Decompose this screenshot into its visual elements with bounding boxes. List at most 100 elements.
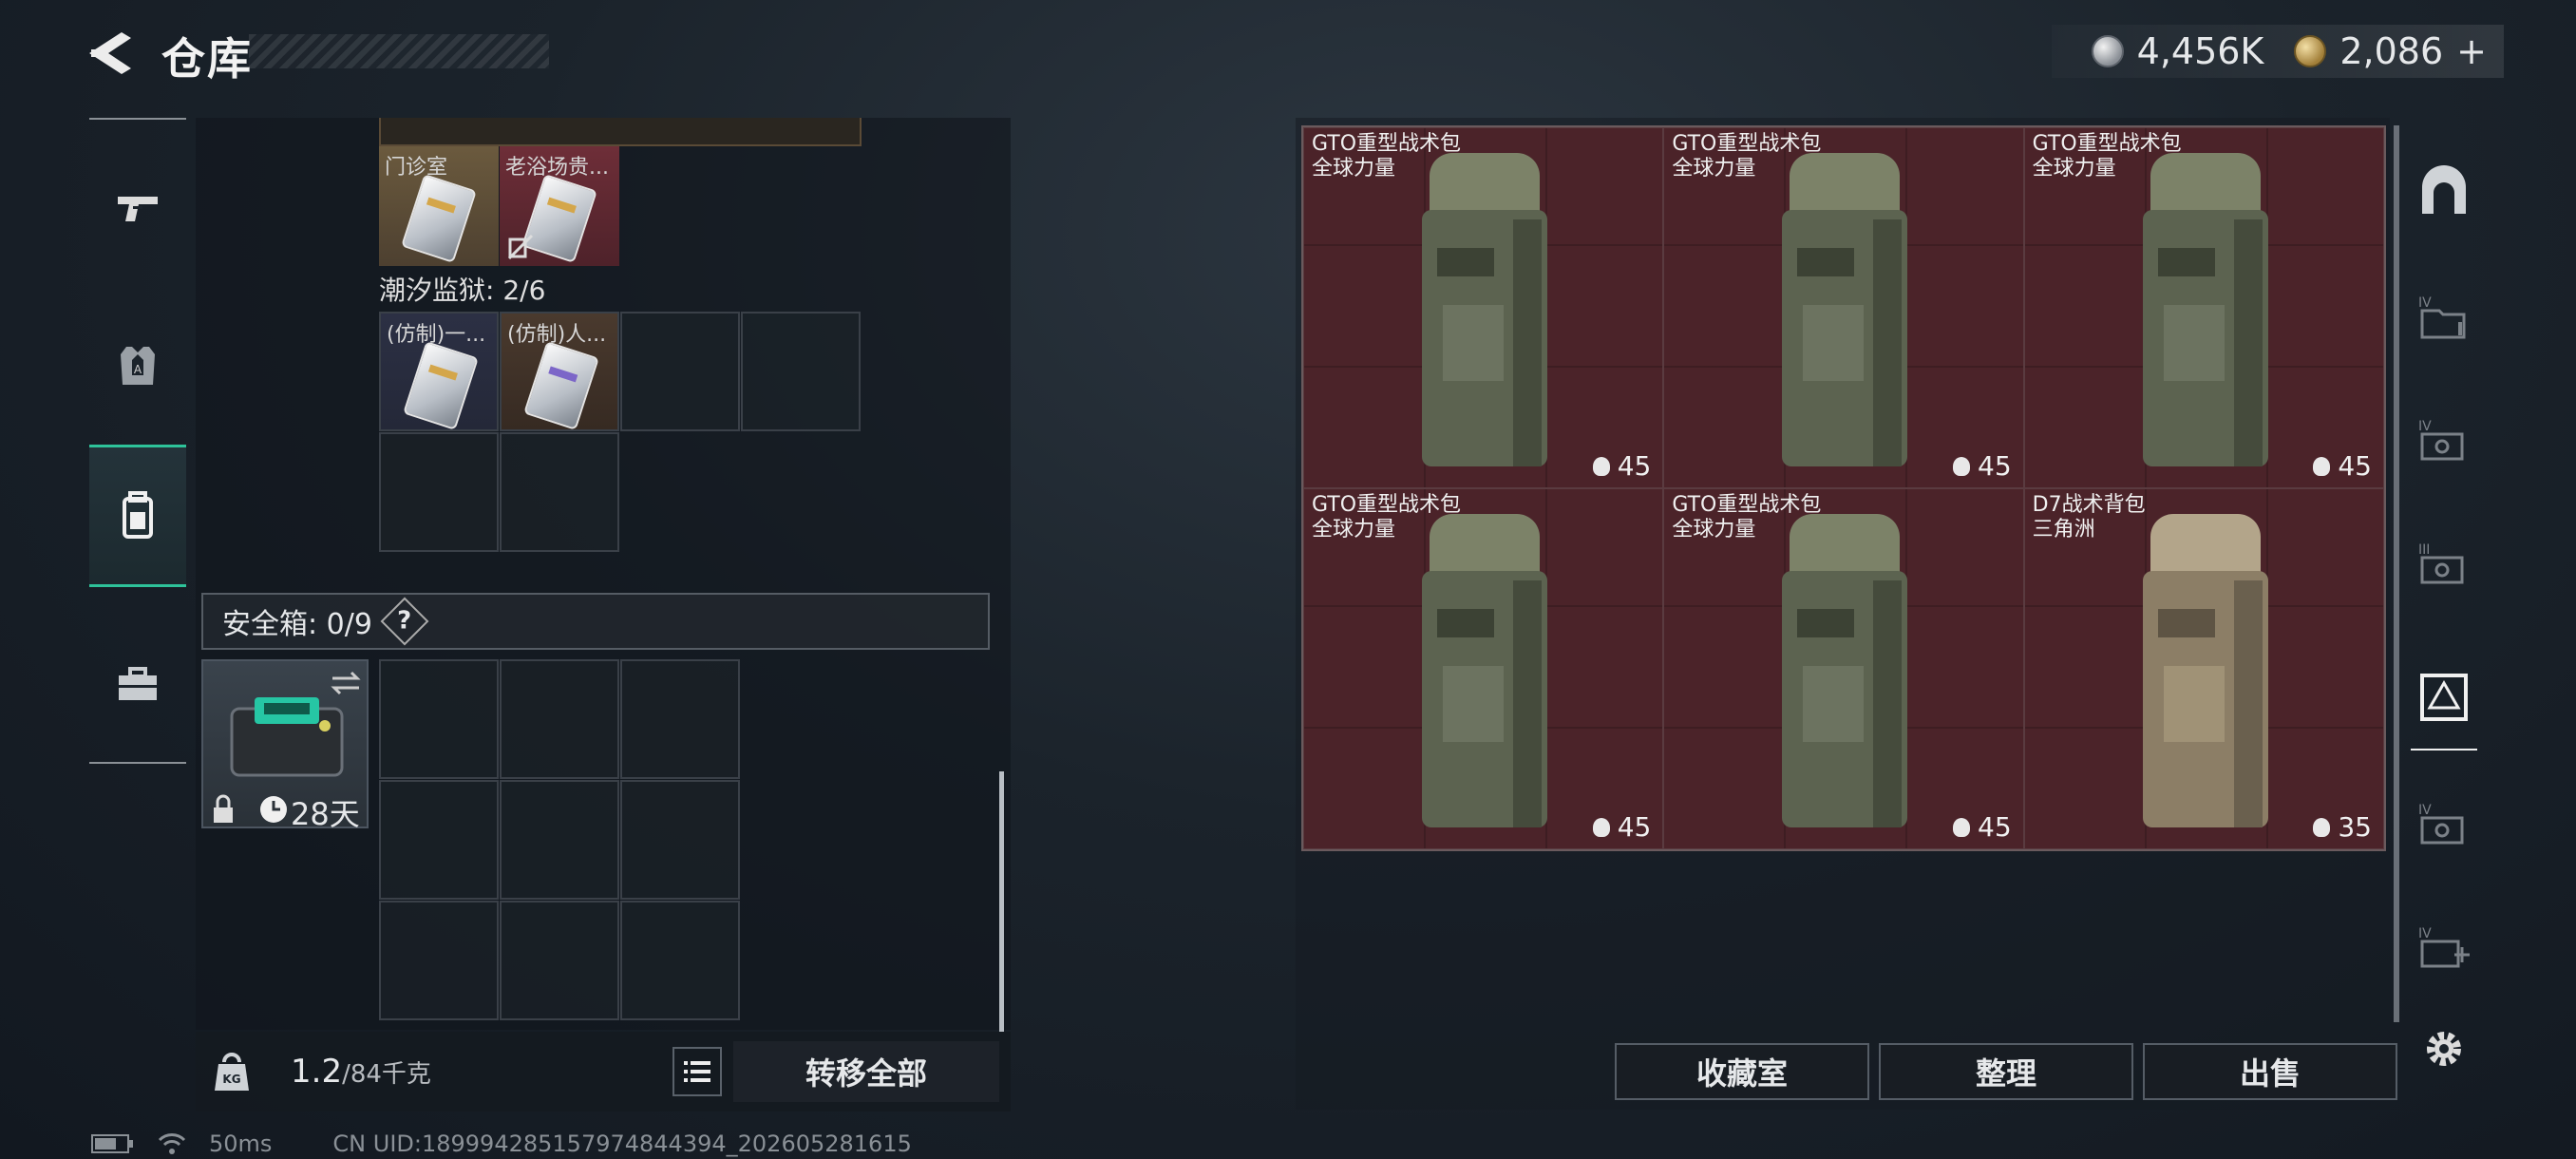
nav-weapons[interactable] [89, 156, 186, 260]
gold-coin-icon [2294, 35, 2327, 67]
list-view-button[interactable] [672, 1047, 722, 1096]
keycard-icon [523, 340, 599, 429]
safe-slot[interactable] [500, 901, 619, 1020]
card-iv-add-icon: IV [2418, 926, 2470, 968]
item-count: 45 [2338, 450, 2372, 482]
stash-item-1[interactable]: GTO重型战术包 全球力量 45 [1303, 127, 1664, 488]
sell-button[interactable]: 出售 [2143, 1043, 2397, 1100]
safe-slot[interactable] [500, 659, 619, 779]
item-count: 45 [1978, 811, 2012, 843]
rail-tab-vault[interactable] [2413, 144, 2475, 239]
safe-help-button[interactable]: ? [380, 597, 429, 646]
back-button[interactable] [84, 27, 141, 80]
item-faction: 全球力量 [1672, 157, 1756, 180]
svg-text:IV: IV [2418, 926, 2432, 941]
max-weight: /84千克 [342, 1060, 431, 1089]
armor-vest-icon: A [121, 347, 155, 385]
backpack-image [1782, 514, 1908, 827]
safe-slot[interactable] [620, 901, 740, 1020]
backpack-icon [123, 491, 153, 539]
nav-backpack[interactable] [89, 445, 186, 587]
player-icon [1592, 817, 1610, 837]
item-card-replica-1[interactable]: (仿制)一... [379, 312, 499, 431]
item-card-replica-2[interactable]: (仿制)人... [500, 312, 619, 431]
back-arrow-icon [89, 32, 131, 74]
safe-slot[interactable] [620, 780, 740, 900]
currency-bar: 4,456K 2,086 + [2052, 25, 2504, 78]
rail-tab-safe-box[interactable] [2411, 650, 2477, 750]
safe-slot[interactable] [379, 659, 499, 779]
item-label: (仿制)一... [387, 323, 486, 347]
empty-slot[interactable] [741, 312, 861, 431]
empty-slot[interactable] [500, 432, 619, 552]
prison-section-label: 潮汐监狱: 2/6 [379, 275, 546, 306]
storage-tab-rail: IV IV III IV IV [2403, 118, 2485, 1110]
settings-button[interactable] [2413, 1001, 2475, 1096]
rail-tab-add[interactable]: IV [2413, 901, 2475, 996]
uid-text: CN UID:1899942851579748443​94_2026052816… [332, 1130, 912, 1157]
safe-slot[interactable] [379, 901, 499, 1020]
category-nav: A [89, 118, 186, 764]
item-count: 45 [1617, 450, 1652, 482]
empty-slot[interactable] [379, 432, 499, 552]
safe-box-icon [2420, 674, 2468, 721]
safe-slot[interactable] [500, 780, 619, 900]
stash-item-6[interactable]: D7战术背包 三角洲 35 [2023, 488, 2384, 849]
item-faction: 三角洲 [2032, 518, 2095, 542]
rail-tab-card-iv[interactable]: IV [2413, 393, 2475, 488]
transfer-all-button[interactable]: 转移全部 [733, 1041, 999, 1102]
player-icon [1953, 817, 1971, 837]
safe-box-duration: 28天 [291, 796, 360, 832]
title-decoration [249, 34, 549, 68]
item-card-bathhouse[interactable]: 老浴场贵... [500, 146, 619, 266]
current-weight: 1.2 [291, 1053, 343, 1091]
item-name: GTO重型战术包 [1312, 132, 1462, 156]
item-name: GTO重型战术包 [1672, 493, 1822, 517]
rail-tab-folder[interactable]: IV [2413, 270, 2475, 365]
add-currency-button[interactable]: + [2456, 30, 2487, 72]
wifi-icon [158, 1133, 186, 1154]
folder-iv-icon: IV [2418, 295, 2466, 339]
card-iv-2-icon: IV [2418, 803, 2464, 845]
item-faction: 全球力量 [1312, 518, 1396, 542]
vault-icon [2422, 165, 2466, 214]
no-transfer-icon [507, 234, 534, 260]
safe-box-item[interactable]: 28天 [201, 659, 369, 832]
svg-text:IV: IV [2418, 419, 2432, 434]
stash-item-5[interactable]: GTO重型战术包 全球力量 45 [1663, 488, 2024, 849]
inventory-scrollbar[interactable] [999, 771, 1004, 1032]
backpack-image [1782, 153, 1908, 466]
rail-tab-card-iii[interactable]: III [2413, 517, 2475, 612]
collection-room-button[interactable]: 收藏室 [1615, 1043, 1869, 1100]
nav-toolbox[interactable] [89, 633, 186, 737]
item-count: 45 [1978, 450, 2012, 482]
swap-icon [331, 671, 361, 695]
safe-slot[interactable] [379, 780, 499, 900]
empty-slot[interactable] [620, 312, 740, 431]
stash-scrollbar[interactable] [2394, 125, 2399, 1022]
pistol-icon [118, 197, 158, 221]
silver-amount: 4,456K [2136, 30, 2264, 72]
stash-item-3[interactable]: GTO重型战术包 全球力量 45 [2023, 127, 2384, 488]
list-icon [684, 1061, 710, 1082]
partial-item-row [379, 118, 862, 146]
weight-readout: 1.2/84千克 [291, 1053, 431, 1091]
safe-slot[interactable] [620, 659, 740, 779]
keycard-icon [401, 173, 477, 264]
player-icon [2313, 817, 2331, 837]
item-card-clinic[interactable]: 门诊室 [379, 146, 499, 266]
battery-icon [91, 1134, 133, 1153]
stash-item-2[interactable]: GTO重型战术包 全球力量 45 [1663, 127, 2024, 488]
item-label: 老浴场贵... [505, 156, 609, 180]
nav-armor[interactable]: A [89, 314, 186, 418]
item-faction: 全球力量 [2032, 157, 2116, 180]
clock-icon [260, 796, 287, 823]
backpack-image [1422, 153, 1547, 466]
stash-item-4[interactable]: GTO重型战术包 全球力量 45 [1303, 488, 1664, 849]
lock-icon [214, 794, 233, 823]
item-name: GTO重型战术包 [1312, 493, 1462, 517]
item-label: (仿制)人... [507, 323, 607, 347]
sort-button[interactable]: 整理 [1879, 1043, 2133, 1100]
rail-tab-card-iv-2[interactable]: IV [2413, 777, 2475, 872]
player-icon [2313, 456, 2331, 476]
